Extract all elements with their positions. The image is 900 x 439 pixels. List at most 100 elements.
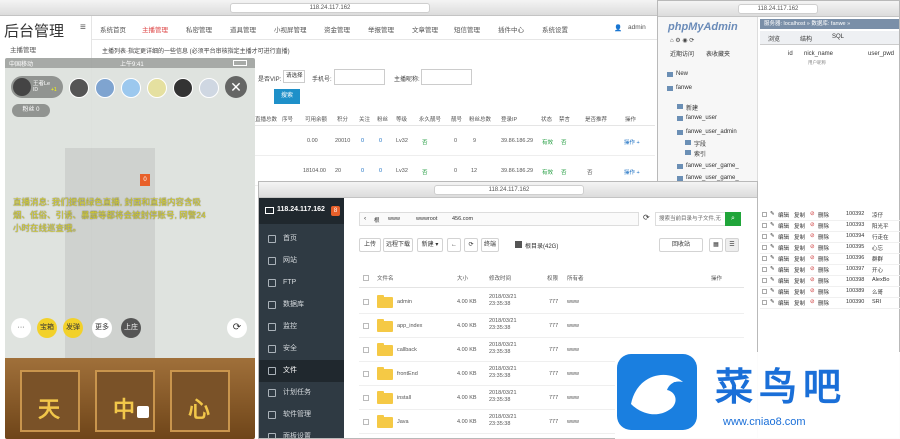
recycle-bin-button[interactable]: 回收站 — [659, 238, 703, 252]
nav-funds[interactable]: 资金管理 — [324, 24, 350, 34]
tree-fanwe-user[interactable]: fanwe_user — [676, 115, 717, 121]
table-row[interactable]: admin 4.00 KB 2018/03/21 23:35:38 777 www — [359, 290, 744, 314]
host-card[interactable]: 王者Le ID +1 — [11, 76, 63, 98]
vip-select[interactable]: 请选择 — [283, 70, 305, 83]
file-name[interactable]: app_index — [397, 323, 422, 329]
barrage-button[interactable]: 发弹 — [63, 318, 83, 338]
file-owner[interactable]: www — [567, 371, 579, 377]
col-nick[interactable]: nick_name — [804, 51, 833, 57]
delete-icon[interactable]: ⊘ — [810, 266, 815, 272]
pencil-icon[interactable]: ✎ — [770, 277, 775, 283]
sidebar-item-0[interactable]: 首页 — [259, 228, 344, 250]
nav-settings[interactable]: 系统设置 — [542, 24, 568, 34]
pencil-icon[interactable]: ✎ — [770, 299, 775, 305]
delete-icon[interactable]: ⊘ — [810, 299, 815, 305]
row-checkbox[interactable] — [762, 234, 767, 239]
edit-link[interactable]: 编辑 — [778, 277, 789, 285]
delete-link[interactable]: 删除 — [818, 277, 829, 285]
keyword-input[interactable] — [421, 69, 472, 85]
copy-link[interactable]: 复制 — [794, 222, 805, 230]
cell-fans[interactable]: 0 — [379, 168, 382, 174]
col-id[interactable]: id — [788, 51, 793, 57]
row-checkbox[interactable] — [363, 371, 369, 377]
back-button[interactable]: ← — [447, 238, 461, 252]
select-all-checkbox[interactable] — [363, 275, 369, 281]
terminal-button[interactable]: 终端 — [481, 238, 499, 252]
th-size[interactable]: 大小 — [457, 274, 468, 282]
delete-icon[interactable]: ⊘ — [810, 222, 815, 228]
file-owner[interactable]: www — [567, 299, 579, 305]
user-icon[interactable]: 👤 — [614, 24, 622, 32]
sidebar-item-anchor[interactable]: 主播管理 — [10, 44, 36, 54]
crumb-site[interactable]: 456.com — [452, 216, 473, 222]
copy-link[interactable]: 复制 — [794, 288, 805, 296]
file-perm[interactable]: 777 — [549, 371, 558, 377]
tree-fanwe-user-admin[interactable]: fanwe_user_admin — [677, 129, 737, 135]
delete-icon[interactable]: ⊘ — [810, 288, 815, 294]
game-tile[interactable]: 天 — [20, 370, 80, 432]
row-op-button[interactable]: 操作 + — [624, 168, 640, 176]
chevron-down-icon[interactable]: 更多 — [92, 318, 112, 338]
row-checkbox[interactable] — [762, 300, 767, 305]
game-tile[interactable]: 中 — [95, 370, 155, 432]
search-button-icon[interactable]: ⌕ — [725, 212, 741, 226]
nav-plugins[interactable]: 插件中心 — [498, 24, 524, 34]
nav-sms[interactable]: 短信管理 — [454, 24, 480, 34]
copy-link[interactable]: 复制 — [794, 266, 805, 274]
sidebar-item-4[interactable]: 监控 — [259, 316, 344, 338]
file-perm[interactable]: 777 — [549, 347, 558, 353]
tree-new[interactable]: New — [666, 71, 688, 77]
treasure-chest-button[interactable]: 宝箱 — [37, 318, 57, 338]
row-checkbox[interactable] — [363, 419, 369, 425]
table-row[interactable]: app_index 4.00 KB 2018/03/21 23:35:38 777 ww… — [359, 314, 744, 338]
sidebar-item-2[interactable]: FTP — [259, 272, 344, 294]
tab-sql[interactable]: SQL — [832, 34, 844, 40]
pma-home-icons[interactable]: ⌂ ⚙ ◉ ⟳ — [670, 37, 694, 44]
game-tile[interactable]: 心 — [170, 370, 230, 432]
delete-link[interactable]: 删除 — [818, 222, 829, 230]
host-avatar[interactable] — [13, 78, 31, 96]
file-name[interactable]: callback — [397, 347, 417, 353]
delete-link[interactable]: 删除 — [818, 255, 829, 263]
crumb-www[interactable]: www — [388, 216, 400, 222]
th-mtime[interactable]: 修改时间 — [489, 274, 511, 282]
delete-icon[interactable]: ⊘ — [810, 277, 815, 283]
tab-browse[interactable]: 浏览 — [768, 34, 780, 43]
nav-home[interactable]: 系统首页 — [100, 24, 126, 34]
cell-follow[interactable]: 0 — [361, 168, 364, 174]
back-icon[interactable]: ‹ — [364, 215, 366, 222]
pencil-icon[interactable]: ✎ — [770, 266, 775, 272]
sidebar-item-5[interactable]: 安全 — [259, 338, 344, 360]
sidebar-item-9[interactable]: 面板设置 — [259, 426, 344, 438]
tree-create[interactable]: 新建 — [676, 103, 698, 112]
delete-link[interactable]: 删除 — [818, 233, 829, 241]
sidebar-item-7[interactable]: 计划任务 — [259, 382, 344, 404]
copy-link[interactable]: 复制 — [794, 211, 805, 219]
row-checkbox[interactable] — [762, 212, 767, 217]
fans-tag[interactable]: 粉丝 0 — [12, 104, 50, 117]
viewer-avatar[interactable] — [69, 78, 89, 98]
delete-link[interactable]: 删除 — [818, 244, 829, 252]
sidebar-item-1[interactable]: 网站 — [259, 250, 344, 272]
row-checkbox[interactable] — [762, 289, 767, 294]
pencil-icon[interactable]: ✎ — [770, 222, 775, 228]
sidebar-item-3[interactable]: 数据库 — [259, 294, 344, 316]
viewer-avatar[interactable] — [173, 78, 193, 98]
delete-icon[interactable]: ⊘ — [810, 211, 815, 217]
delete-icon[interactable]: ⊘ — [810, 233, 815, 239]
viewer-avatar[interactable] — [199, 78, 219, 98]
remote-download-button[interactable]: 远程下载 — [383, 238, 413, 252]
copy-link[interactable]: 复制 — [794, 255, 805, 263]
row-checkbox[interactable] — [762, 267, 767, 272]
admin-username[interactable]: admin — [628, 24, 646, 31]
switch-camera-icon[interactable]: ⟳ — [227, 318, 247, 338]
viewer-avatar[interactable] — [147, 78, 167, 98]
viewer-avatar[interactable] — [95, 78, 115, 98]
tree-game-1[interactable]: fanwe_user_game_ — [677, 163, 739, 169]
file-owner[interactable]: www — [567, 419, 579, 425]
edit-link[interactable]: 编辑 — [778, 255, 789, 263]
refresh-button[interactable]: ⟳ — [464, 238, 478, 252]
refresh-icon[interactable]: ⟳ — [643, 213, 650, 222]
pencil-icon[interactable]: ✎ — [770, 255, 775, 261]
menu-icon[interactable]: ≡ — [80, 22, 86, 33]
